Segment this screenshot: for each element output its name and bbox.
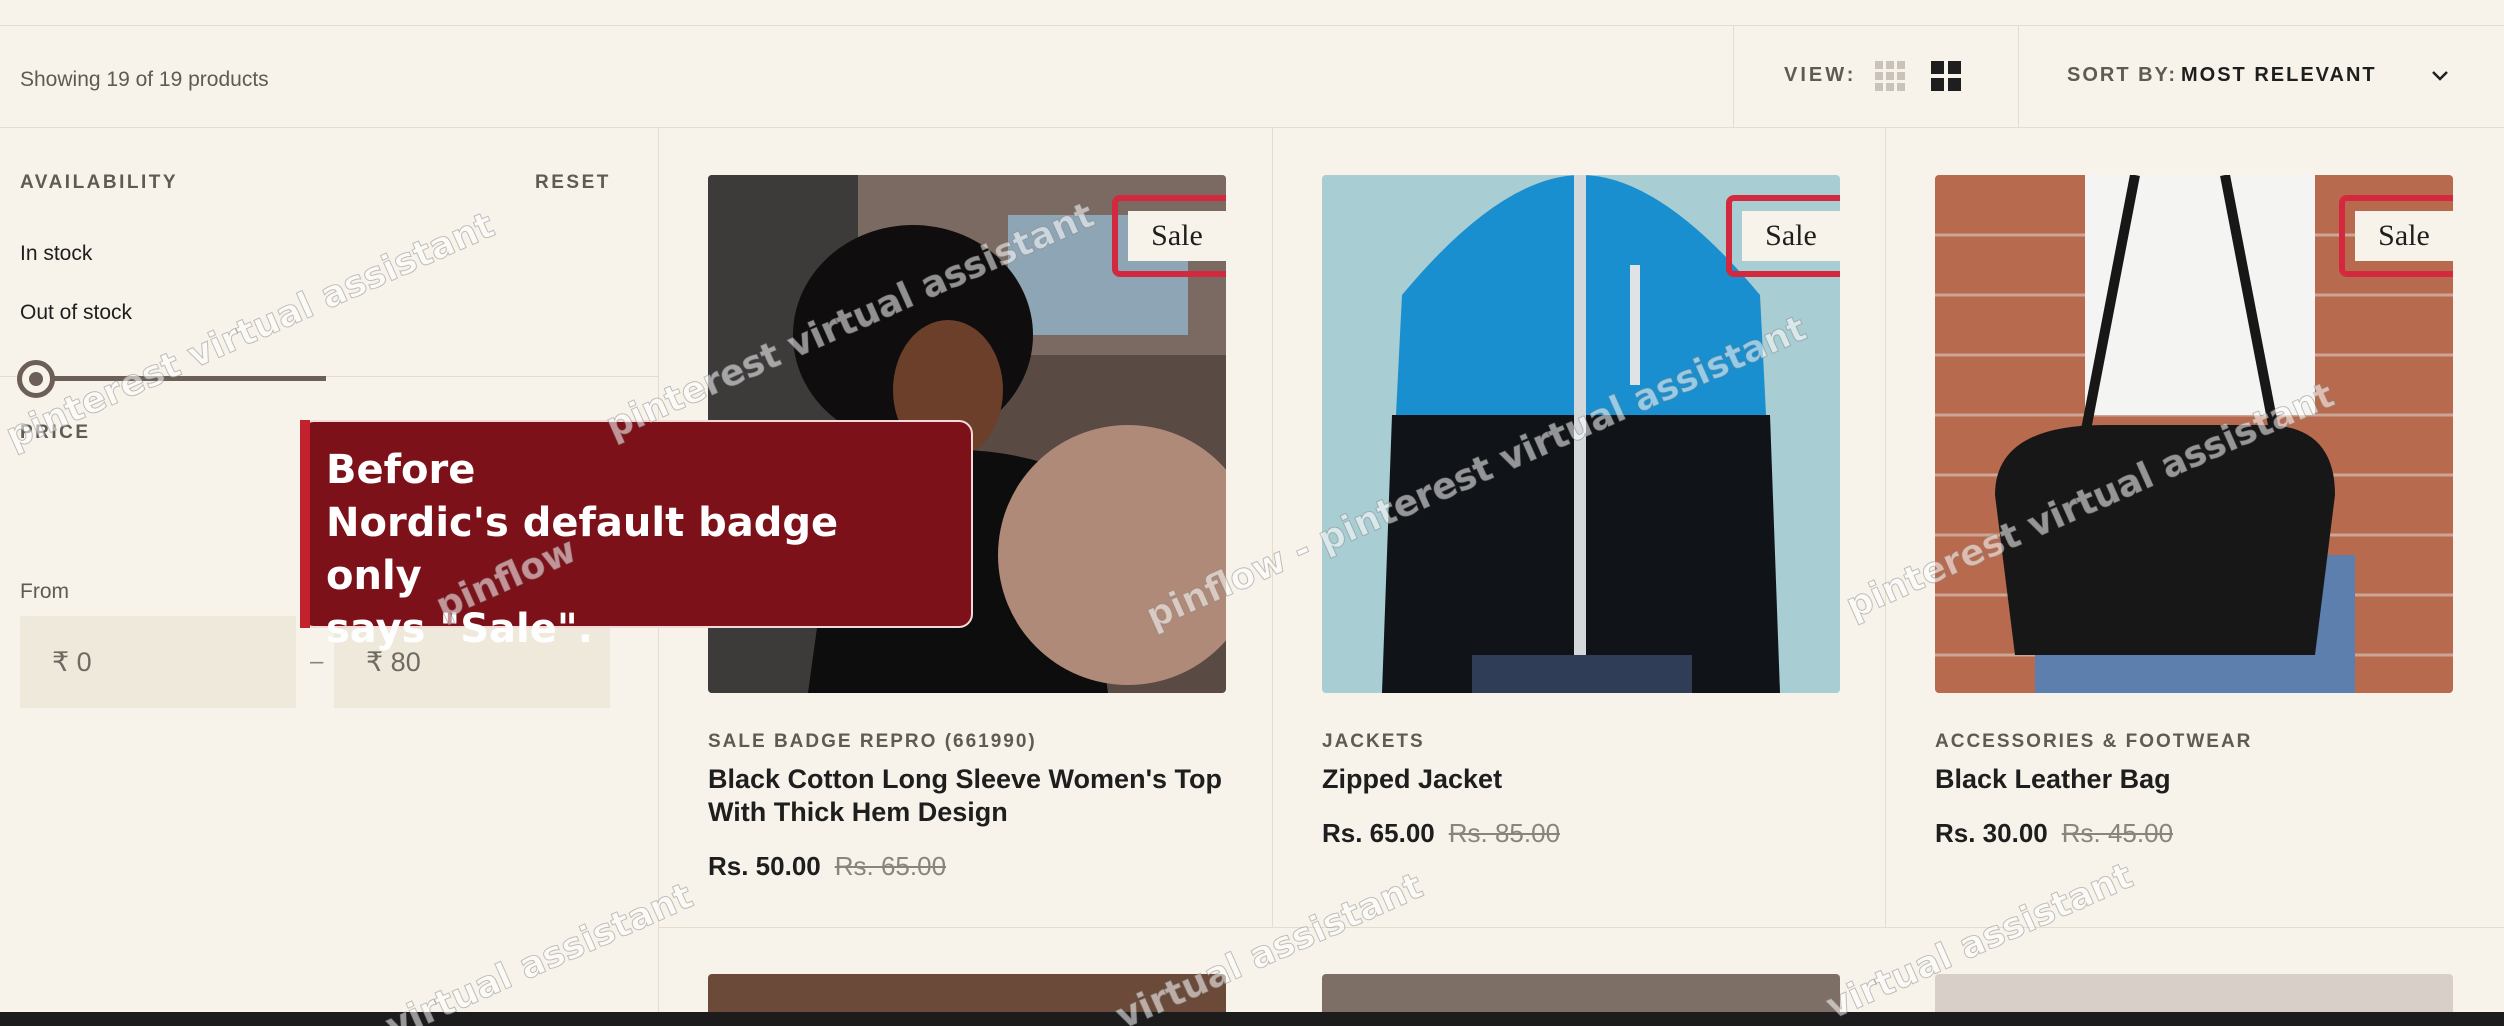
product-vendor[interactable]: SALE BADGE REPRO (661990) <box>708 731 1037 753</box>
sale-badge-highlight: Sale <box>1112 195 1226 277</box>
product-image[interactable] <box>1322 974 1840 1014</box>
sale-badge: Sale <box>2355 211 2453 261</box>
availability-heading: AVAILABILITY <box>20 172 179 193</box>
sale-badge-highlight: Sale <box>2339 195 2453 277</box>
product-title[interactable]: Black Leather Bag <box>1935 763 2453 796</box>
product-image[interactable] <box>1935 974 2453 1014</box>
availability-reset-link[interactable]: RESET <box>535 172 611 194</box>
price-heading: PRICE <box>20 422 91 443</box>
product-price: Rs. 65.00 Rs. 85.00 <box>1322 818 1560 849</box>
tooltip-accent <box>300 420 310 628</box>
divider <box>659 927 2504 928</box>
price-slider-track[interactable] <box>36 376 326 381</box>
view-label: VIEW: <box>1784 64 1857 86</box>
filter-out-of-stock[interactable]: Out of stock <box>20 301 132 325</box>
product-price: Rs. 50.00 Rs. 65.00 <box>708 851 946 882</box>
compare-price: Rs. 45.00 <box>2061 818 2174 848</box>
chevron-down-icon[interactable] <box>2428 64 2452 88</box>
divider <box>1885 128 1886 928</box>
divider <box>1272 128 1273 928</box>
collection-toolbar: Showing 19 of 19 products VIEW: SORT BY:… <box>0 26 2504 128</box>
annotation-tooltip: Before Nordic's default badge only says … <box>300 420 973 652</box>
product-title[interactable]: Zipped Jacket <box>1322 763 1840 796</box>
sale-price: Rs. 50.00 <box>708 851 821 881</box>
product-image[interactable]: Sale <box>1322 175 1840 693</box>
product-card[interactable]: Sale JACKETS Zipped Jacket Rs. 65.00 Rs. … <box>1322 175 1840 848</box>
price-slider-min-handle[interactable] <box>17 360 55 398</box>
sale-badge: Sale <box>1742 211 1840 261</box>
price-from-label: From <box>20 580 69 603</box>
product-vendor[interactable]: ACCESSORIES & FOOTWEAR <box>1935 731 2252 753</box>
sale-badge: Sale <box>1128 211 1226 261</box>
sale-price: Rs. 30.00 <box>1935 818 2048 848</box>
tooltip-line: Before <box>326 447 476 493</box>
sort-value[interactable]: MOST RELEVANT <box>2181 64 2377 87</box>
product-title[interactable]: Black Cotton Long Sleeve Women's Top Wit… <box>708 763 1226 829</box>
product-price: Rs. 30.00 Rs. 45.00 <box>1935 818 2173 849</box>
compare-price: Rs. 65.00 <box>834 851 947 881</box>
product-count: Showing 19 of 19 products <box>20 68 269 91</box>
product-image[interactable]: Sale <box>1935 175 2453 693</box>
sale-price: Rs. 65.00 <box>1322 818 1435 848</box>
compare-price: Rs. 85.00 <box>1448 818 1561 848</box>
product-vendor[interactable]: JACKETS <box>1322 731 1425 753</box>
grid-4-icon[interactable] <box>1874 60 1906 92</box>
tooltip-line: Nordic's default badge only <box>326 500 839 599</box>
product-image[interactable] <box>708 974 1226 1014</box>
price-min-input[interactable] <box>20 616 296 708</box>
sort-label: SORT BY: <box>2067 64 2178 86</box>
sale-badge-highlight: Sale <box>1726 195 1840 277</box>
bottom-bar <box>0 1012 2504 1026</box>
filter-in-stock[interactable]: In stock <box>20 242 92 266</box>
view-switcher: VIEW: <box>1733 26 2019 128</box>
top-strip <box>0 0 2504 26</box>
price-range-dash: – <box>310 648 324 675</box>
tooltip-line: says "Sale". <box>326 606 593 652</box>
grid-2-icon[interactable] <box>1930 60 1962 92</box>
product-card[interactable]: Sale ACCESSORIES & FOOTWEAR Black Leathe… <box>1935 175 2453 848</box>
